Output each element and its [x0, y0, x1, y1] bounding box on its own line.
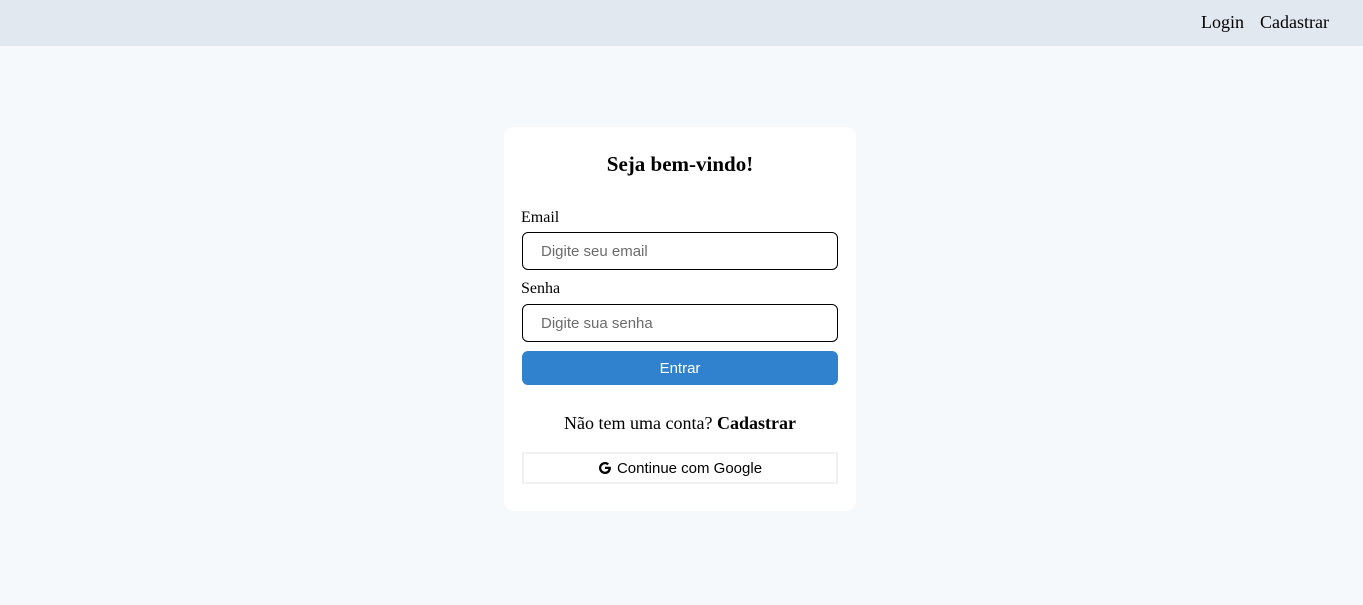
signup-prompt: Não tem uma conta? Cadastrar — [504, 413, 856, 433]
nav-register-link[interactable]: Cadastrar — [1260, 12, 1329, 32]
google-signin-button[interactable]: Continue com Google — [522, 452, 838, 484]
google-icon — [598, 461, 612, 475]
no-account-text: Não tem uma conta? — [564, 413, 713, 433]
password-field[interactable] — [522, 304, 838, 342]
login-submit-button[interactable]: Entrar — [522, 351, 838, 385]
signup-link[interactable]: Cadastrar — [717, 413, 796, 433]
top-navbar: Login Cadastrar — [0, 0, 1363, 46]
google-button-label: Continue com Google — [616, 459, 763, 477]
email-field[interactable] — [522, 232, 838, 270]
nav-login-link[interactable]: Login — [1201, 12, 1244, 32]
password-label: Senha — [521, 280, 561, 297]
page-title: Seja bem-vindo! — [606, 152, 754, 176]
email-label: Email — [521, 209, 560, 226]
